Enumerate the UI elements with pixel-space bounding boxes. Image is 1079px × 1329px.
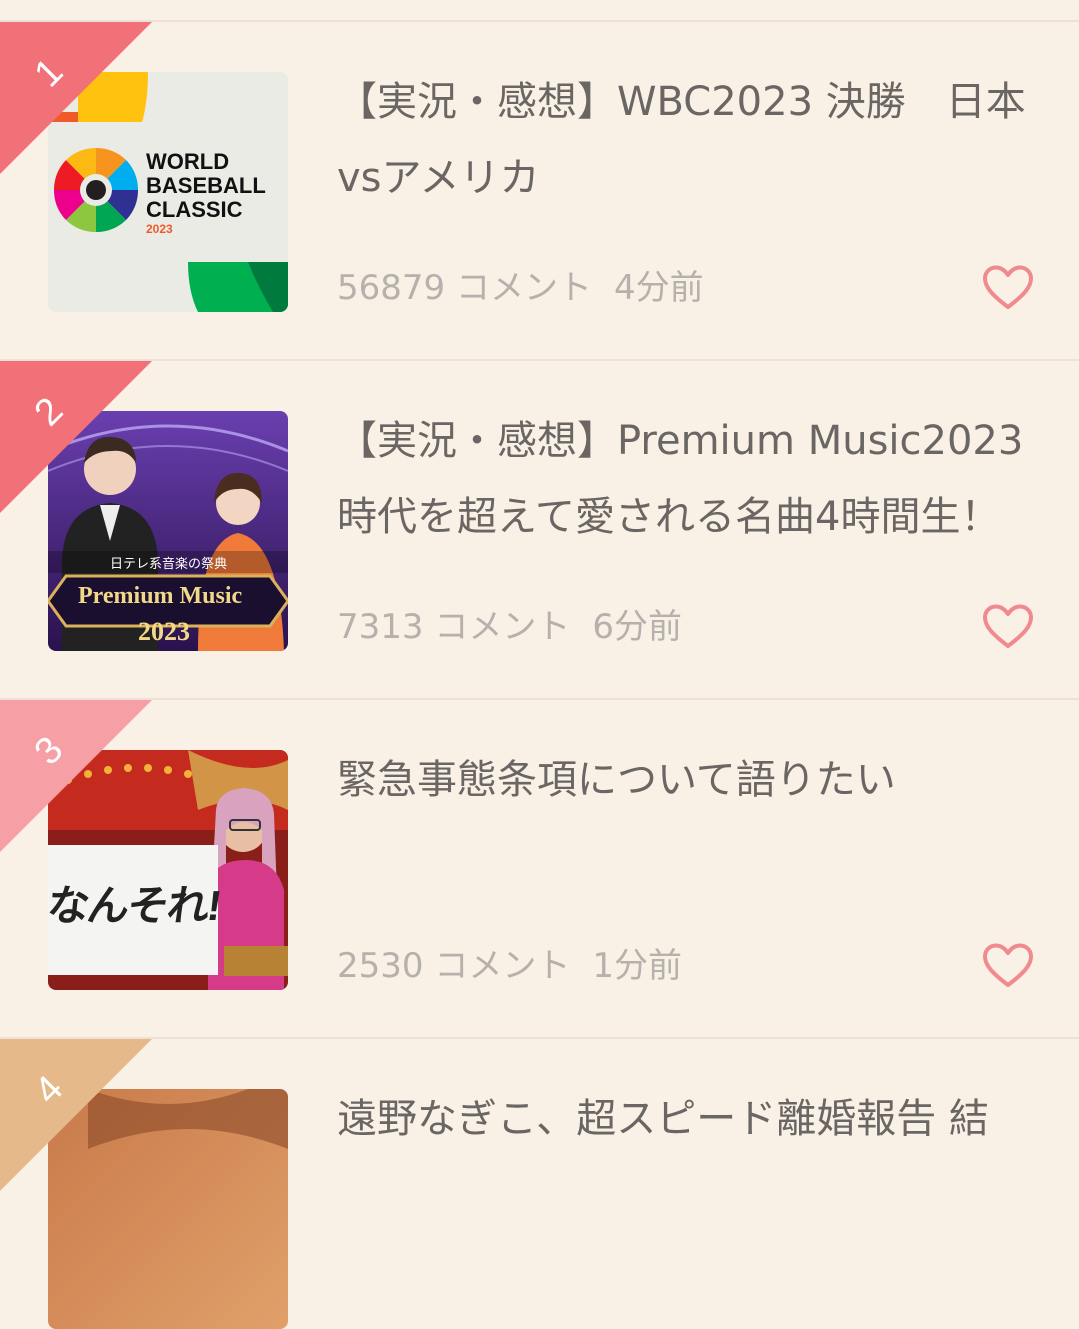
heart-icon[interactable] bbox=[982, 604, 1034, 650]
thread-meta: 7313 コメント 6分前 bbox=[337, 605, 682, 649]
heart-icon[interactable] bbox=[982, 265, 1034, 311]
top-divider bbox=[0, 0, 1079, 22]
thread-meta: 2530 コメント 1分前 bbox=[337, 944, 682, 988]
wbc-logo-word-1: WORLD bbox=[146, 149, 230, 174]
heart-icon[interactable] bbox=[982, 943, 1034, 989]
premium-music-caption: 日テレ系音楽の祭典 bbox=[110, 556, 228, 571]
thread-list-item[interactable]: 1 WORLD BASEBALL CLASSIC 2023 【実況・感想】WBC… bbox=[0, 22, 1079, 361]
thread-meta: 56879 コメント 4分前 bbox=[337, 266, 704, 310]
rank-ribbon bbox=[0, 361, 152, 513]
thread-title[interactable]: 【実況・感想】WBC2023 決勝 日本vsアメリカ bbox=[337, 64, 1037, 216]
thread-title[interactable]: 遠野なぎこ、超スピード離婚報告 結 bbox=[337, 1081, 1027, 1157]
comment-count: 56879 コメント bbox=[337, 268, 592, 308]
wbc-logo-year: 2023 bbox=[146, 222, 173, 236]
thread-list-item[interactable]: 2 日テレ系音楽の祭典 Premium Music 2023 【実況・感想】Pr… bbox=[0, 361, 1079, 700]
rank-ribbon bbox=[0, 22, 152, 174]
thread-ranking-list: 1 WORLD BASEBALL CLASSIC 2023 【実況・感想】WBC… bbox=[0, 22, 1079, 1329]
rank-ribbon bbox=[0, 1039, 152, 1191]
wbc-logo-word-3: CLASSIC bbox=[146, 197, 243, 222]
thread-title[interactable]: 緊急事態条項について語りたい bbox=[337, 742, 1037, 818]
sign-text: なんそれ! bbox=[48, 882, 223, 929]
premium-music-logo: Premium Music bbox=[78, 583, 243, 609]
thread-list-item[interactable]: 4 遠野なぎこ、超スピード離婚報告 結 bbox=[0, 1039, 1079, 1329]
comment-count: 2530 コメント bbox=[337, 946, 571, 986]
premium-music-year: 2023 bbox=[138, 617, 190, 646]
comment-count: 7313 コメント bbox=[337, 607, 571, 647]
wbc-logo-word-2: BASEBALL bbox=[146, 173, 266, 198]
posted-time: 4分前 bbox=[613, 268, 704, 308]
rank-ribbon bbox=[0, 700, 152, 852]
thread-title[interactable]: 【実況・感想】Premium Music2023 時代を超えて愛される名曲4時間… bbox=[337, 403, 1037, 555]
posted-time: 1分前 bbox=[592, 946, 682, 986]
posted-time: 6分前 bbox=[592, 607, 682, 647]
thread-list-item[interactable]: 3 なんそれ! 緊急事態条項について語りたい 2530 コメント 1分前 bbox=[0, 700, 1079, 1039]
